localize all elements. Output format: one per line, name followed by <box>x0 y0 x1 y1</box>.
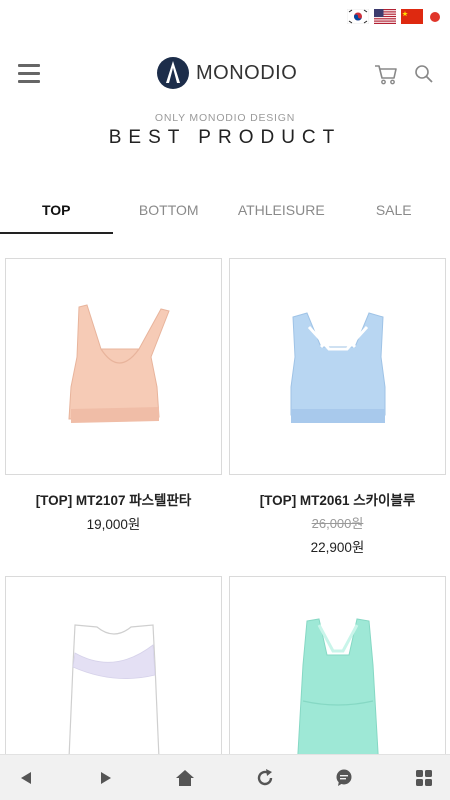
back-icon[interactable] <box>14 766 38 790</box>
product-name[interactable]: [TOP] MT2107 파스텔판타 <box>5 489 222 509</box>
product-card[interactable]: [TOP] MT2061 스카이블루 26,000원 22,900원 <box>229 258 446 556</box>
tab-bottom[interactable]: BOTTOM <box>113 188 226 236</box>
cart-icon[interactable] <box>374 63 398 85</box>
korea-flag-icon[interactable] <box>347 9 369 24</box>
menu-icon[interactable] <box>18 64 40 84</box>
chat-icon[interactable] <box>332 766 356 790</box>
search-icon[interactable] <box>414 64 434 84</box>
product-original-price: 26,000원 <box>311 516 364 531</box>
product-image[interactable] <box>5 258 222 475</box>
tab-top[interactable]: TOP <box>0 188 113 236</box>
china-flag-icon[interactable] <box>401 9 423 24</box>
grid-menu-icon[interactable] <box>412 766 436 790</box>
monodio-logo-icon <box>157 57 189 89</box>
brand-name: MONODIO <box>196 61 298 84</box>
product-price: 22,900원 <box>310 540 365 555</box>
japan-flag-icon[interactable] <box>428 10 442 24</box>
product-price: 19,000원 <box>86 517 141 532</box>
tab-athleisure[interactable]: ATHLEISURE <box>225 188 338 236</box>
usa-flag-icon[interactable] <box>374 9 396 24</box>
category-tabs: TOP BOTTOM ATHLEISURE SALE <box>0 188 450 236</box>
product-name[interactable]: [TOP] MT2061 스카이블루 <box>229 489 446 509</box>
header: MONODIO <box>0 52 450 96</box>
product-image[interactable] <box>229 258 446 475</box>
product-card[interactable]: [TOP] MT2107 파스텔판타 19,000원 <box>5 258 222 533</box>
brand-logo[interactable]: MONODIO <box>156 56 297 90</box>
language-flags <box>347 9 442 24</box>
home-icon[interactable] <box>173 766 197 790</box>
bottom-nav-bar <box>0 754 450 800</box>
tab-sale[interactable]: SALE <box>338 188 450 236</box>
refresh-icon[interactable] <box>253 766 277 790</box>
section-subtitle: ONLY MONODIO DESIGN <box>154 112 296 124</box>
section-title: BEST PRODUCT <box>108 127 342 148</box>
forward-icon[interactable] <box>94 766 118 790</box>
